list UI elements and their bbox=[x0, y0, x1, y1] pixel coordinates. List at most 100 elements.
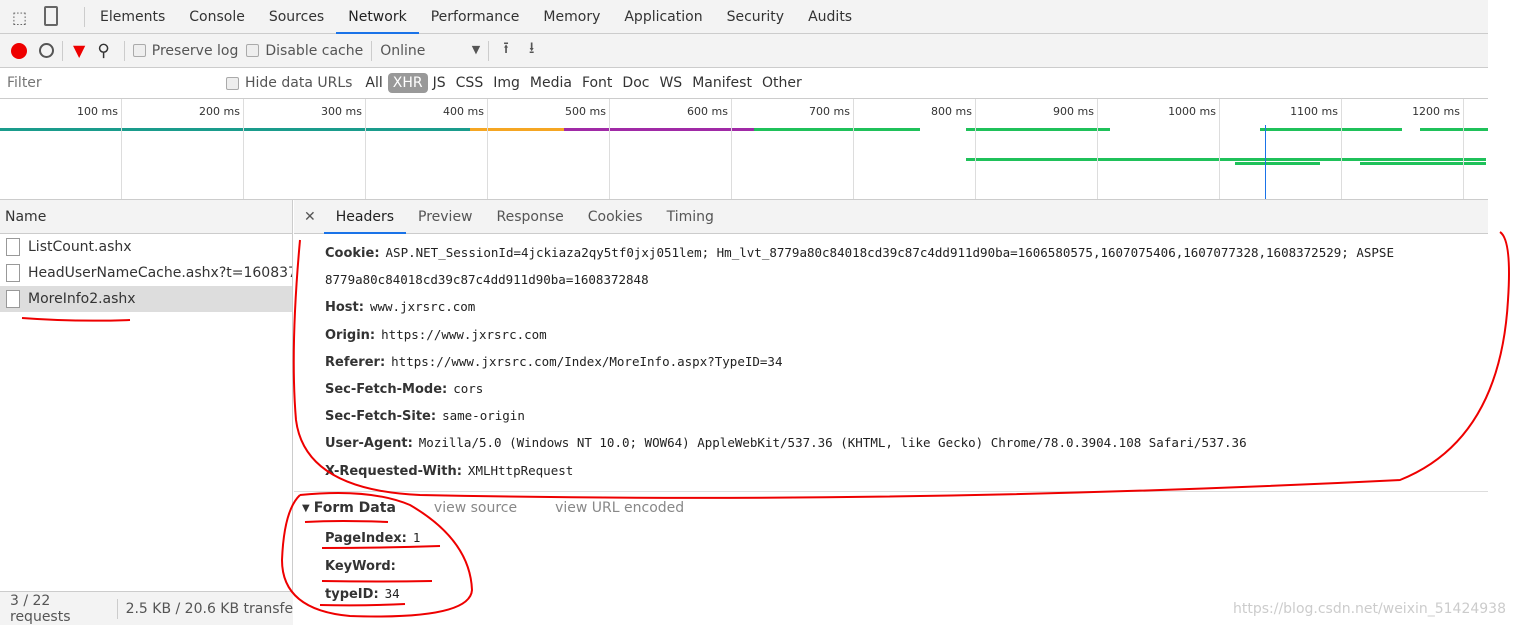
preserve-log-checkbox[interactable]: Preserve log bbox=[132, 43, 238, 59]
tab-performance[interactable]: Performance bbox=[419, 0, 532, 34]
tab-audits[interactable]: Audits bbox=[796, 0, 864, 34]
form-field: KeyWord: bbox=[325, 558, 402, 574]
waterfall-bar bbox=[966, 128, 1110, 131]
search-icon[interactable]: ⚲ bbox=[97, 41, 109, 61]
filter-media[interactable]: Media bbox=[525, 73, 577, 93]
tab-console[interactable]: Console bbox=[177, 0, 257, 34]
tick-label: 900 ms bbox=[1053, 105, 1094, 118]
field-value: 1 bbox=[412, 530, 421, 545]
filter-font[interactable]: Font bbox=[577, 73, 617, 93]
request-row[interactable]: HeadUserNameCache.ashx?t=160837... bbox=[0, 260, 292, 286]
name-column-header[interactable]: Name bbox=[0, 200, 292, 234]
device-toolbar-icon[interactable] bbox=[44, 6, 58, 26]
form-field: PageIndex: 1 bbox=[325, 530, 420, 546]
filter-all[interactable]: All bbox=[360, 73, 387, 93]
hide-data-urls-label: Hide data URLs bbox=[245, 75, 353, 91]
view-source-link[interactable]: view source bbox=[434, 500, 517, 516]
request-header: Referer: https://www.jxrsrc.com/Index/Mor… bbox=[325, 354, 782, 370]
request-header: 8779a80c84018cd39c87c4dd911d90ba=1608372… bbox=[325, 272, 649, 288]
request-header: Cookie: ASP.NET_SessionId=4jckiaza2qy5tf0… bbox=[325, 245, 1394, 261]
request-row[interactable]: ListCount.ashx bbox=[0, 234, 292, 260]
request-header: Origin: https://www.jxrsrc.com bbox=[325, 327, 547, 343]
tab-preview[interactable]: Preview bbox=[406, 200, 485, 234]
tick-label: 1200 ms bbox=[1412, 105, 1460, 118]
form-data-title[interactable]: Form Data bbox=[314, 500, 396, 516]
filter-css[interactable]: CSS bbox=[451, 73, 489, 93]
request-header: X-Requested-With: XMLHttpRequest bbox=[325, 463, 573, 479]
filter-icon[interactable]: ▼ bbox=[73, 41, 85, 60]
tab-timing[interactable]: Timing bbox=[655, 200, 726, 234]
timeline-tick: 900 ms bbox=[1053, 99, 1098, 199]
waterfall-bar bbox=[1260, 128, 1402, 131]
tab-headers[interactable]: Headers bbox=[323, 200, 407, 234]
filter-js[interactable]: JS bbox=[428, 73, 451, 93]
header-value: cors bbox=[453, 381, 484, 396]
expand-triangle-icon[interactable]: ▼ bbox=[302, 503, 310, 514]
filter-xhr[interactable]: XHR bbox=[387, 73, 428, 93]
timeline-tick: 1200 ms bbox=[1412, 99, 1464, 199]
tab-memory[interactable]: Memory bbox=[531, 0, 612, 34]
network-overview-timeline[interactable]: 100 ms 200 ms 300 ms 400 ms 500 ms 600 ms 700 … bbox=[0, 99, 1488, 200]
request-list: Name ListCount.ashx HeadUserNameCache.as… bbox=[0, 200, 293, 625]
header-name: Sec-Fetch-Mode: bbox=[325, 382, 448, 397]
waterfall-bar bbox=[0, 128, 470, 131]
header-value: www.jxrsrc.com bbox=[369, 299, 476, 315]
export-har-icon[interactable]: ⭳ bbox=[529, 37, 535, 64]
request-row-selected[interactable]: MoreInfo2.ashx bbox=[0, 286, 292, 312]
header-value: 8779a80c84018cd39c87c4dd911d90ba=1608372… bbox=[325, 272, 649, 288]
tab-security[interactable]: Security bbox=[715, 0, 797, 34]
field-name: typeID: bbox=[325, 587, 379, 602]
waterfall-bar bbox=[1420, 128, 1488, 131]
view-url-encoded-link[interactable]: view URL encoded bbox=[555, 500, 684, 516]
throttle-select[interactable]: Online ▼ bbox=[380, 43, 480, 59]
tab-cookies[interactable]: Cookies bbox=[576, 200, 655, 234]
tab-response[interactable]: Response bbox=[485, 200, 576, 234]
tick-label: 200 ms bbox=[199, 105, 240, 118]
file-icon bbox=[6, 264, 20, 282]
timeline-tick: 300 ms bbox=[321, 99, 366, 199]
tick-label: 100 ms bbox=[77, 105, 118, 118]
timeline-tick: 500 ms bbox=[565, 99, 610, 199]
filter-other[interactable]: Other bbox=[757, 73, 807, 93]
waterfall-bar bbox=[754, 128, 920, 131]
import-har-icon[interactable]: ⭱ bbox=[503, 37, 509, 64]
request-header: Sec-Fetch-Mode: cors bbox=[325, 381, 483, 397]
record-icon[interactable] bbox=[11, 42, 27, 59]
clear-icon[interactable] bbox=[39, 43, 54, 58]
header-name: Referer: bbox=[325, 354, 386, 370]
tab-elements[interactable]: Elements bbox=[88, 0, 177, 34]
filter-img[interactable]: Img bbox=[488, 73, 525, 93]
filter-input[interactable] bbox=[2, 71, 210, 95]
tab-application[interactable]: Application bbox=[612, 0, 714, 34]
inspect-element-icon[interactable]: ⬚ bbox=[12, 8, 27, 27]
timeline-tick: 800 ms bbox=[931, 99, 976, 199]
tick-label: 600 ms bbox=[687, 105, 728, 118]
tab-sources[interactable]: Sources bbox=[257, 0, 336, 34]
disable-cache-checkbox[interactable]: Disable cache bbox=[246, 43, 363, 59]
header-value: https://www.jxrsrc.com/Index/MoreInfo.as… bbox=[391, 353, 783, 369]
hide-data-urls-checkbox[interactable]: Hide data URLs bbox=[226, 75, 352, 91]
file-icon bbox=[6, 290, 20, 308]
form-field: typeID: 34 bbox=[325, 586, 400, 602]
filter-manifest[interactable]: Manifest bbox=[687, 73, 757, 93]
filter-ws[interactable]: WS bbox=[654, 73, 687, 93]
timeline-tick: 1100 ms bbox=[1290, 99, 1342, 199]
tick-label: 500 ms bbox=[565, 105, 606, 118]
close-icon[interactable]: ✕ bbox=[304, 209, 316, 225]
waterfall-bar bbox=[1235, 162, 1320, 165]
filter-doc[interactable]: Doc bbox=[617, 73, 654, 93]
request-name: MoreInfo2.ashx bbox=[28, 291, 136, 307]
filter-bar: Hide data URLs All XHR JS CSS Img Media … bbox=[0, 68, 1488, 99]
tick-label: 300 ms bbox=[321, 105, 362, 118]
tick-label: 800 ms bbox=[931, 105, 972, 118]
watermark: https://blog.csdn.net/weixin_51424938 bbox=[1232, 601, 1506, 617]
disable-cache-label: Disable cache bbox=[265, 42, 364, 59]
devtools-tab-bar: ⬚ Elements Console Sources Network Perfo… bbox=[0, 0, 1488, 34]
request-header: Sec-Fetch-Site: same-origin bbox=[325, 408, 525, 424]
header-value: XMLHttpRequest bbox=[467, 462, 574, 478]
request-header: Host: www.jxrsrc.com bbox=[325, 299, 475, 315]
header-name: User-Agent: bbox=[325, 436, 413, 452]
tab-network[interactable]: Network bbox=[336, 0, 419, 34]
header-value: https://www.jxrsrc.com bbox=[381, 326, 547, 342]
header-name: Sec-Fetch-Site: bbox=[325, 409, 437, 425]
